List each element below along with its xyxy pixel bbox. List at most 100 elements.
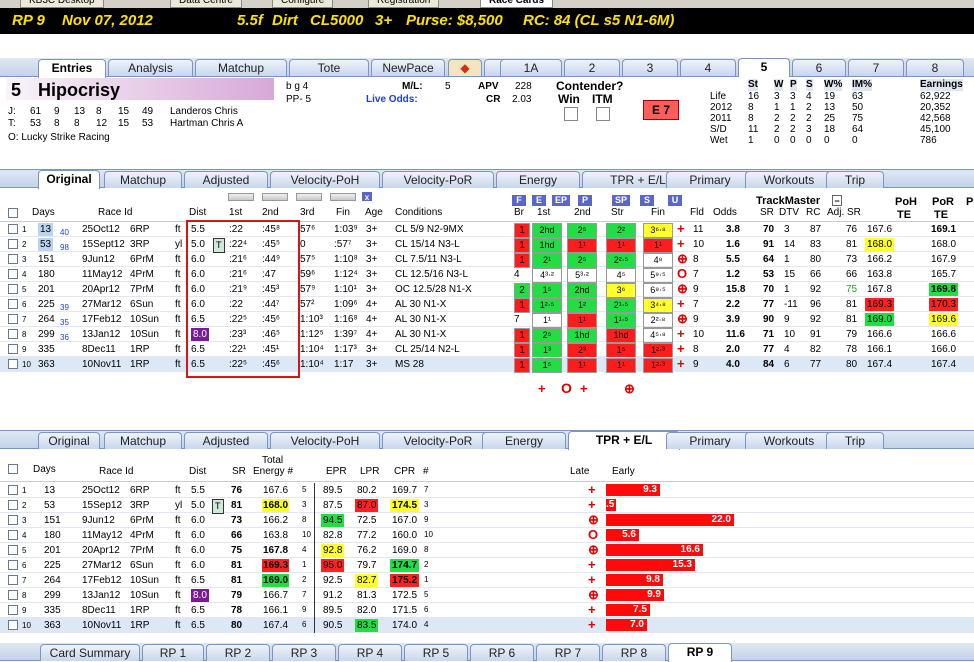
tab-newpace[interactable]: NewPace	[371, 59, 445, 76]
tab-rp-8[interactable]: RP 8	[602, 644, 666, 661]
tab-rp-3[interactable]: RP 3	[272, 644, 336, 661]
table-row[interactable]: 4 180 11May12 4PrM ft 6.0:21⁶:47 59⁶ 1:12⁴ 3+ CL …	[0, 267, 974, 283]
table-row[interactable]: 9 335 8Dec11 1RP ft 6.5 78 166.1 9 89.5 82.0 171.5 6…	[0, 603, 974, 618]
row-checkbox[interactable]	[8, 284, 18, 294]
tab-rp-5[interactable]: RP 5	[404, 644, 468, 661]
row-checkbox[interactable]	[8, 530, 18, 540]
row-checkbox[interactable]	[8, 314, 18, 324]
table-row[interactable]: 4 180 11May12 4PrM ft 6.0 66 163.8 10 82.8 77.2 160…	[0, 528, 974, 543]
fraction-sort-button[interactable]	[330, 193, 356, 201]
table-row[interactable]: 6 225 39 27Mar12 6Sun ft 6.0:22:44⁷ 57² 1:09⁶ 4+ A…	[0, 297, 974, 313]
row-checkbox[interactable]	[8, 575, 18, 585]
tab-card-summary[interactable]: Card Summary	[40, 644, 140, 661]
row-checkbox[interactable]	[8, 515, 18, 525]
tab-workouts[interactable]: Workouts	[745, 432, 833, 449]
flag-icon[interactable]: ◆	[448, 59, 482, 76]
tab-entries[interactable]: Entries	[38, 59, 106, 78]
table-row[interactable]: 6 225 27Mar12 6Sun ft 6.0 81 169.3 1 95.0 79.7 174.…	[0, 558, 974, 573]
tab-tote[interactable]: Tote	[289, 59, 369, 76]
row-checkbox[interactable]	[8, 344, 18, 354]
row-checkbox[interactable]	[8, 254, 18, 264]
tab-original[interactable]: Original	[38, 170, 100, 189]
tab-matchup[interactable]: Matchup	[195, 59, 287, 76]
row-checkbox[interactable]	[8, 620, 18, 630]
fraction-sort-button[interactable]	[228, 193, 254, 201]
table-row[interactable]: 1 13 40 25Oct12 6RP ft 5.5:22:45⁸ 57⁶ 1:03⁹ 3+ CL …	[0, 222, 974, 238]
tab-adjusted[interactable]: Adjusted	[184, 171, 268, 188]
tab-registration[interactable]: Registration	[368, 0, 440, 8]
row-checkbox[interactable]	[8, 359, 18, 369]
select-all-checkbox-lower[interactable]	[8, 464, 18, 474]
row-checkbox[interactable]	[8, 590, 18, 600]
filter-button-p[interactable]: P	[578, 195, 592, 206]
row-checkbox[interactable]	[8, 485, 18, 495]
table-row[interactable]: 1 13 25Oct12 6RP ft 5.5 76 167.6 5 89.5 80.2 169.7 7…	[0, 483, 974, 498]
tab-velocity-por[interactable]: Velocity-PoR	[382, 171, 494, 188]
tab-velocity-poh[interactable]: Velocity-PoH	[270, 171, 380, 188]
tab-rp-7[interactable]: RP 7	[536, 644, 600, 661]
row-checkbox[interactable]	[8, 299, 18, 309]
tab-trip[interactable]: Trip	[826, 432, 884, 449]
tab-energy[interactable]: Energy	[482, 432, 566, 449]
tab-velocity-poh[interactable]: Velocity-PoH	[270, 432, 380, 449]
tab-matchup[interactable]: Matchup	[104, 432, 182, 449]
fraction-sort-button[interactable]	[262, 193, 288, 201]
collapse-button[interactable]: −	[832, 195, 842, 206]
filter-button-ep[interactable]: EP	[552, 195, 570, 206]
horse-tab-5[interactable]: 5	[738, 58, 790, 77]
horse-tab-6[interactable]: 6	[792, 59, 846, 76]
tab-trip[interactable]: Trip	[826, 171, 884, 188]
table-row[interactable]: 3 151 9Jun12 6PrM ft 6.0 73 166.2 8 94.5 72.5 167.0…	[0, 513, 974, 528]
win-checkbox[interactable]	[564, 107, 578, 121]
tab-rp-2[interactable]: RP 2	[206, 644, 270, 661]
filter-button-f[interactable]: F	[512, 195, 526, 206]
filter-button-sp[interactable]: SP	[612, 195, 630, 206]
tab-workouts[interactable]: Workouts	[745, 171, 833, 188]
table-row[interactable]: 3 151 9Jun12 6PrM ft 6.0:21⁶:44⁹ 57⁵ 1:10⁸ 3+ CL …	[0, 252, 974, 268]
table-row[interactable]: 5 201 20Apr12 7PrM ft 6.0 75 167.8 4 92.8 76.2 169.…	[0, 543, 974, 558]
horse-tab-3[interactable]: 3	[622, 59, 678, 76]
select-all-checkbox[interactable]	[8, 208, 18, 218]
table-row[interactable]: 8 299 36 13Jan12 10Sun ft 8.0:23³:46⁵ 1:12⁵ 1:39…	[0, 327, 974, 343]
table-row[interactable]: 10 363 10Nov11 1RP ft 6.5 80 167.4 6 90.5 83.5 174.…	[0, 618, 974, 633]
row-checkbox[interactable]	[8, 329, 18, 339]
horse-tab-4[interactable]: 4	[680, 59, 736, 76]
row-checkbox[interactable]	[8, 269, 18, 279]
tab-primary[interactable]: Primary	[666, 171, 754, 188]
table-row[interactable]: 2 53 98 15Sept12 3RP yl 5.0 T:22⁴:45⁵ 0:57⁷ 3+ CL …	[0, 237, 974, 253]
table-row[interactable]: 2 53 15Sep12 3RP yl 5.0 T 81 168.0 3 87.5 87.0 174.5…	[0, 498, 974, 514]
horse-tab-7[interactable]: 7	[848, 59, 904, 76]
table-row[interactable]: 7 264 17Feb12 10Sun ft 6.5 81 169.0 2 92.5 82.7 175…	[0, 573, 974, 588]
table-row[interactable]: 8 299 13Jan12 10Sun ft 8.0 79 166.7 7 91.2 81.3 172…	[0, 588, 974, 603]
close-x-button[interactable]: x	[362, 192, 372, 202]
itm-checkbox[interactable]	[596, 107, 610, 121]
filter-button-u[interactable]: U	[668, 195, 682, 206]
row-checkbox[interactable]	[8, 545, 18, 555]
tab-primary[interactable]: Primary	[666, 432, 754, 449]
row-checkbox[interactable]	[8, 224, 18, 234]
row-checkbox[interactable]	[8, 500, 18, 510]
tab-kb3c-desktop[interactable]: KB3C Desktop	[20, 0, 104, 8]
tab-rp-4[interactable]: RP 4	[338, 644, 402, 661]
tab-race-cards[interactable]: Race Cards	[480, 0, 554, 8]
tab-analysis[interactable]: Analysis	[108, 59, 193, 76]
table-row[interactable]: 9 335 8Dec11 1RP ft 6.5:22¹:45¹ 1:10⁴ 1:17³ 3+ CL…	[0, 342, 974, 358]
tab-rp-1[interactable]: RP 1	[142, 644, 204, 661]
tab-rp-6[interactable]: RP 6	[470, 644, 534, 661]
tab-matchup[interactable]: Matchup	[104, 171, 182, 188]
tab-rp-9[interactable]: RP 9	[668, 643, 732, 662]
tab-velocity-por[interactable]: Velocity-PoR	[382, 432, 494, 449]
tab-tpr-e-l[interactable]: TPR + E/L	[568, 431, 680, 450]
fraction-sort-button[interactable]	[296, 193, 322, 201]
row-checkbox[interactable]	[8, 239, 18, 249]
tab-data-centre[interactable]: Data Centre	[170, 0, 242, 8]
tab-adjusted[interactable]: Adjusted	[184, 432, 268, 449]
row-checkbox[interactable]	[8, 605, 18, 615]
horse-tab-1a[interactable]: 1A	[500, 59, 562, 76]
tab-energy[interactable]: Energy	[496, 171, 580, 188]
table-row[interactable]: 7 264 35 17Feb12 10Sun ft 6.5:22⁵:45⁶ 1:10³ 1:16…	[0, 312, 974, 328]
horse-tab-2[interactable]: 2	[564, 59, 620, 76]
table-row[interactable]: 10 363 10Nov11 1RP ft 6.5:22⁵:45⁶ 1:10⁴ 1:17 3+ M…	[0, 357, 974, 373]
tab-configure[interactable]: Configure	[272, 0, 334, 8]
horse-tab-8[interactable]: 8	[906, 59, 964, 76]
